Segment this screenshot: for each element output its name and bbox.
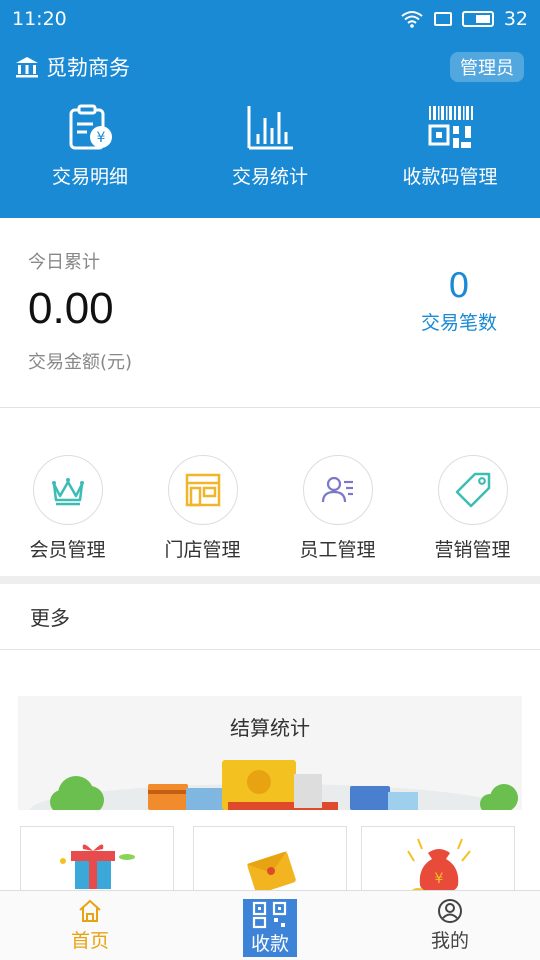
screen-icon xyxy=(433,12,452,26)
count-value: 0 xyxy=(448,266,470,306)
bank-icon xyxy=(16,57,38,78)
section-divider xyxy=(0,576,540,584)
grid-marketing-management[interactable]: 营销管理 xyxy=(405,455,540,562)
collect-button[interactable]: 收款 xyxy=(243,899,297,957)
receipt-yen-icon: ¥ xyxy=(69,104,112,150)
wifi-icon xyxy=(401,11,423,28)
amount-unit: 交易金额(元) xyxy=(28,352,133,373)
bottom-tab-bar: 首页 收款 我的 xyxy=(0,890,540,960)
coupon-card[interactable] xyxy=(193,826,347,896)
gift-icon xyxy=(60,844,135,889)
gift-card[interactable] xyxy=(20,826,174,896)
role-badge: 管理员 xyxy=(450,52,524,82)
user-icon xyxy=(438,899,462,923)
brand: 觅勃商务 xyxy=(14,52,130,82)
count-label: 交易笔数 xyxy=(420,312,497,334)
envelope-icon xyxy=(246,851,296,894)
battery-icon xyxy=(461,11,494,27)
home-icon xyxy=(79,899,101,922)
amount-value: 0.00 xyxy=(28,284,114,333)
nav-label: 收款码管理 xyxy=(402,166,498,188)
qr-scan-icon xyxy=(252,901,287,929)
more-section-title: 更多 xyxy=(0,584,540,650)
staff-icon xyxy=(321,476,353,503)
crown-icon xyxy=(51,478,84,506)
nav-label: 交易统计 xyxy=(231,166,308,188)
battery-level: 32 xyxy=(503,8,528,30)
tab-mine[interactable]: 我的 xyxy=(360,891,540,960)
header-nav: ¥ 交易明细 交易统计 收款码管理 xyxy=(0,104,540,189)
transaction-count[interactable]: 0 交易笔数 xyxy=(414,266,504,335)
feature-cards: ¥ xyxy=(0,826,540,896)
tab-label: 我的 xyxy=(430,930,469,952)
grid-store-management[interactable]: 门店管理 xyxy=(135,455,270,562)
banner-illustration xyxy=(30,760,518,810)
banner-title: 结算统计 xyxy=(230,716,310,740)
nav-transaction-detail[interactable]: ¥ 交易明细 xyxy=(0,104,180,189)
status-time: 11:20 xyxy=(12,8,67,30)
tab-label: 首页 xyxy=(70,930,109,952)
grid-label: 营销管理 xyxy=(434,539,511,561)
tag-icon xyxy=(455,472,490,508)
settlement-banner[interactable]: 结算统计 xyxy=(18,696,522,810)
bar-chart-icon xyxy=(247,106,293,150)
nav-label: 交易明细 xyxy=(51,166,128,188)
tab-home[interactable]: 首页 xyxy=(0,891,180,960)
svg-text:¥: ¥ xyxy=(435,871,444,887)
today-label: 今日累计 xyxy=(28,252,100,273)
grid-label: 员工管理 xyxy=(299,539,376,561)
svg-text:¥: ¥ xyxy=(97,130,106,146)
function-grid: 会员管理 门店管理 员工管理 营销管理 xyxy=(0,455,540,562)
nav-transaction-stats[interactable]: 交易统计 xyxy=(180,104,360,189)
grid-staff-management[interactable]: 员工管理 xyxy=(270,455,405,562)
collect-label: 收款 xyxy=(250,933,289,955)
store-icon xyxy=(185,473,220,507)
grid-label: 门店管理 xyxy=(164,539,241,561)
money-bag-card[interactable]: ¥ xyxy=(361,826,515,896)
money-bag-icon: ¥ xyxy=(407,838,471,894)
status-bar: 11:20 32 xyxy=(0,0,540,38)
today-summary: 今日累计 0.00 交易金额(元) 0 交易笔数 xyxy=(0,218,540,408)
status-icons: 32 xyxy=(400,8,528,30)
grid-member-management[interactable]: 会员管理 xyxy=(0,455,135,562)
grid-label: 会员管理 xyxy=(29,539,106,561)
qr-code-icon xyxy=(428,106,473,148)
nav-qr-management[interactable]: 收款码管理 xyxy=(360,104,540,189)
brand-name: 觅勃商务 xyxy=(46,56,130,80)
header: 觅勃商务 管理员 ¥ 交易明细 交易统计 收款码管理 xyxy=(0,38,540,218)
